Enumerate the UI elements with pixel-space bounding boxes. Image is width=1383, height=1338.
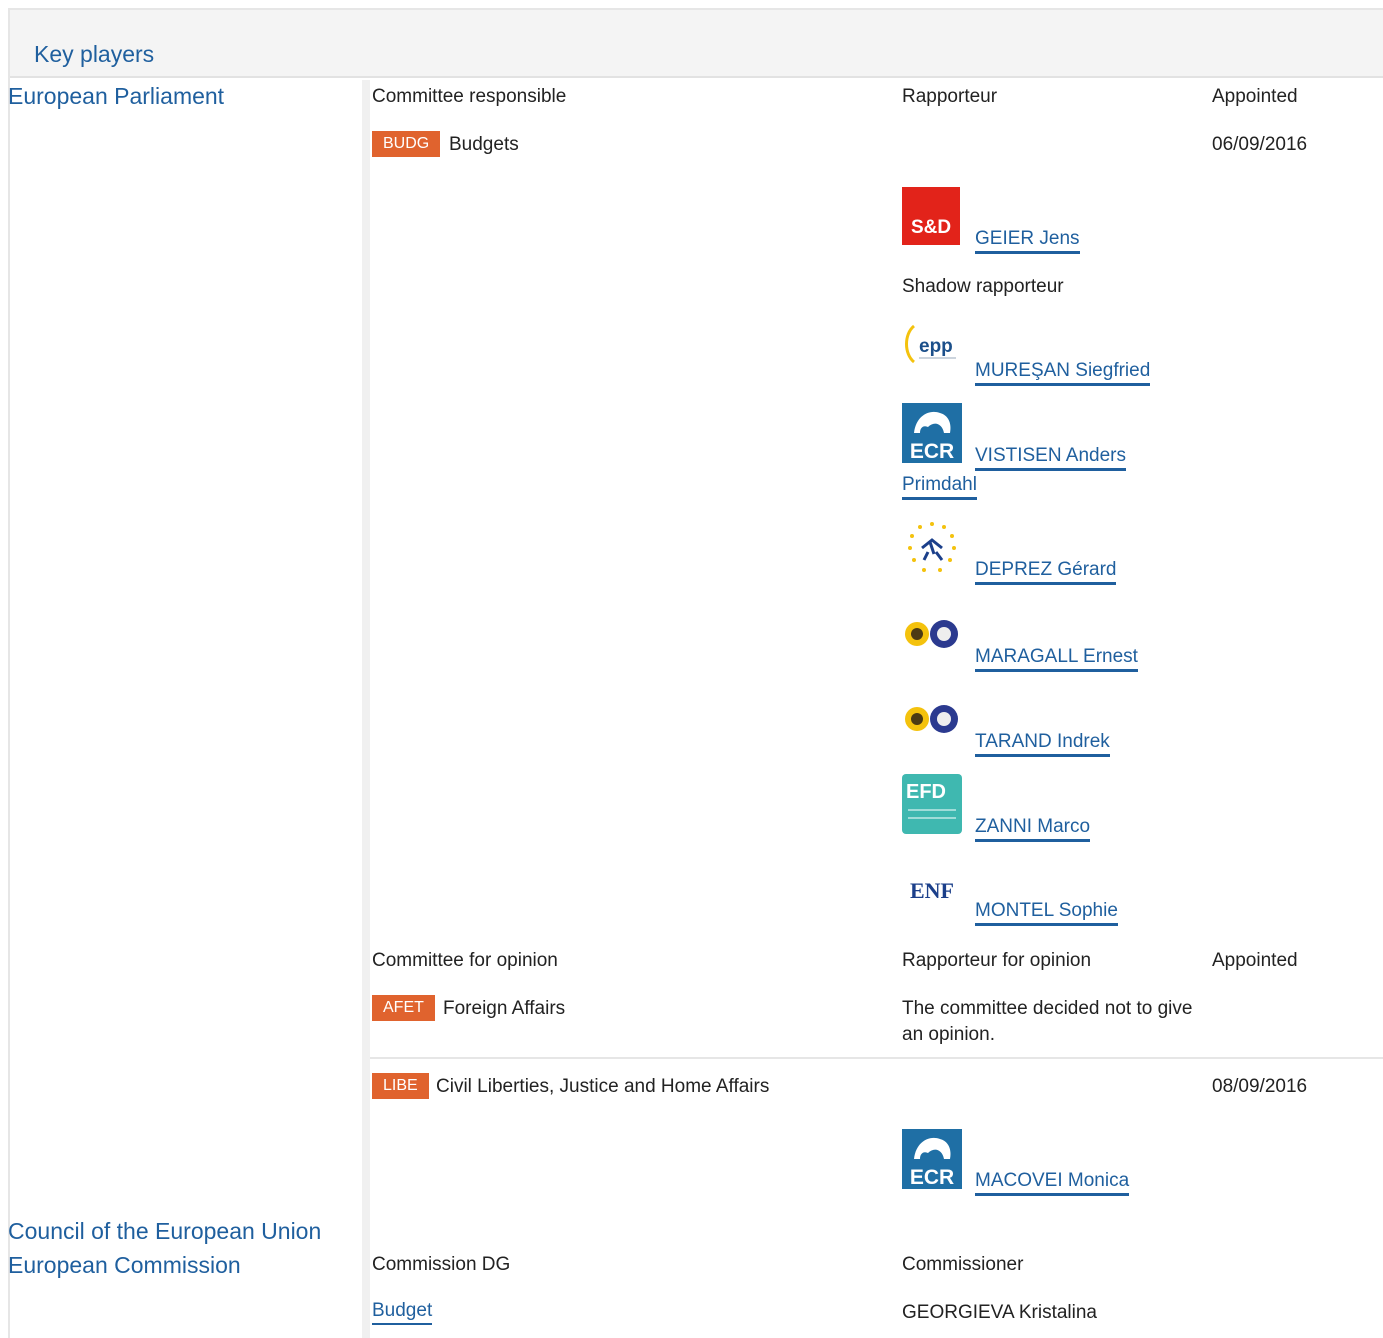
svg-text:ECR: ECR xyxy=(910,1166,954,1189)
shadow-link-montel[interactable]: MONTEL Sophie xyxy=(975,900,1118,926)
committee-name-afet: Foreign Affairs xyxy=(443,998,566,1019)
enf-group-icon: ENF xyxy=(910,878,954,903)
committee-name-budgets: Budgets xyxy=(449,134,519,155)
svg-text:EFD: EFD xyxy=(906,781,946,803)
key-players-frame xyxy=(8,8,1383,1338)
col-header-committee: Committee responsible xyxy=(372,86,567,107)
col-header-appointed: Appointed xyxy=(1212,86,1298,107)
row-separator xyxy=(370,1057,1383,1059)
opinion-rapporteur-link[interactable]: MACOVEI Monica xyxy=(975,1170,1130,1196)
appointed-date: 06/09/2016 xyxy=(1212,134,1308,155)
efd-group-icon: EFD xyxy=(902,774,962,834)
shadow-link-vistisen-cont[interactable]: Primdahl xyxy=(902,474,977,500)
rapporteur-link[interactable]: GEIER Jens xyxy=(975,228,1080,254)
svg-text:epp: epp xyxy=(919,336,953,357)
epp-group-icon: epp xyxy=(905,324,956,364)
institution-commission[interactable]: European Commission xyxy=(8,1252,241,1279)
opinion-note: The committee decided not to give an opi… xyxy=(902,998,1193,1045)
greens-group-icon xyxy=(905,705,958,733)
section-title: Key players xyxy=(34,41,155,67)
svg-text:ECR: ECR xyxy=(910,440,954,463)
svg-text:ENF: ENF xyxy=(910,878,954,903)
section-header: Key players xyxy=(10,10,1383,78)
committee-tag-afet[interactable]: AFET xyxy=(372,995,435,1021)
shadow-link-zanni[interactable]: ZANNI Marco xyxy=(975,816,1091,842)
col-header-opinion: Committee for opinion xyxy=(372,950,558,971)
sd-group-icon: S&D xyxy=(902,187,960,245)
ecr-group-icon: ECR xyxy=(902,1129,962,1189)
committee-tag-budg[interactable]: BUDG xyxy=(372,131,441,157)
shadow-link-maragall[interactable]: MARAGALL Ernest xyxy=(975,646,1138,672)
institution-council[interactable]: Council of the European Union xyxy=(8,1218,321,1245)
alde-group-icon xyxy=(908,522,956,572)
col-header-rapporteur: Rapporteur xyxy=(902,86,998,107)
shadow-rapporteur-label: Shadow rapporteur xyxy=(902,276,1064,297)
col-header-rapporteur-opinion: Rapporteur for opinion xyxy=(902,950,1092,971)
svg-text:S&D: S&D xyxy=(911,217,951,238)
col-header-appointed-opinion: Appointed xyxy=(1212,950,1298,971)
shadow-link-muresan[interactable]: MUREŞAN Siegfried xyxy=(975,360,1151,386)
committee-tag-libe[interactable]: LIBE xyxy=(372,1073,429,1099)
shadow-link-deprez[interactable]: DEPREZ Gérard xyxy=(975,559,1117,585)
shadow-link-tarand[interactable]: TARAND Indrek xyxy=(975,731,1110,757)
appointed-date-libe: 08/09/2016 xyxy=(1212,1076,1308,1097)
institution-parliament[interactable]: European Parliament xyxy=(8,83,224,110)
ecr-group-icon: ECR xyxy=(902,403,962,463)
col-header-commissioner: Commissioner xyxy=(902,1254,1024,1275)
commission-dg-link[interactable]: Budget xyxy=(372,1300,433,1325)
greens-group-icon xyxy=(905,620,958,648)
commissioner-name: GEORGIEVA Kristalina xyxy=(902,1302,1097,1323)
shadow-link-vistisen[interactable]: VISTISEN Anders xyxy=(975,445,1127,471)
col-header-commission-dg: Commission DG xyxy=(372,1254,511,1275)
committee-name-libe: Civil Liberties, Justice and Home Affair… xyxy=(436,1076,770,1097)
column-divider xyxy=(362,80,370,1338)
